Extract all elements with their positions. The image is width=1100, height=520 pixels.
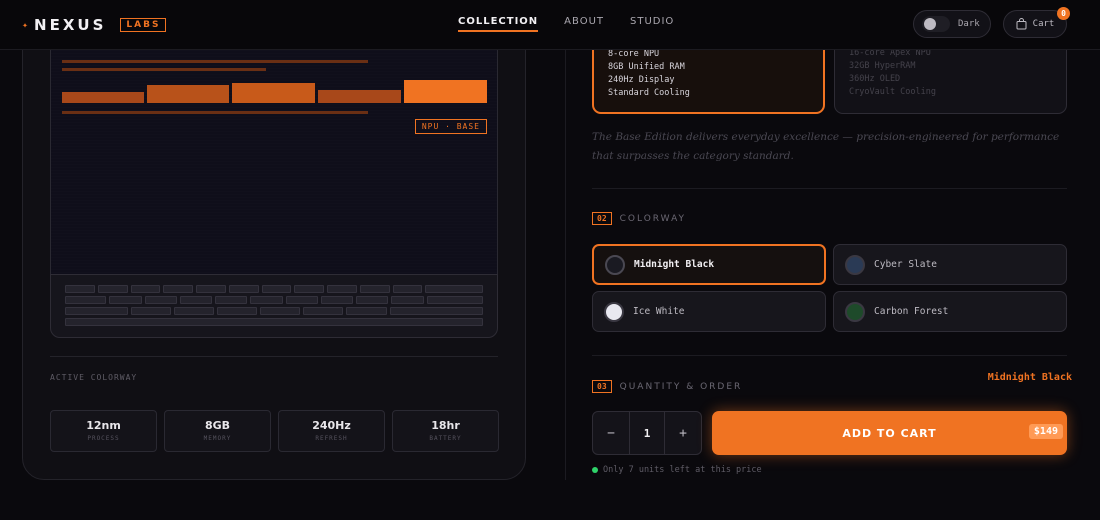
nav-about[interactable]: ABOUT	[564, 16, 604, 32]
color-dot	[845, 254, 865, 275]
cart-count-badge: 0	[1057, 7, 1070, 20]
order-heading: 03 QUANTITY & ORDER	[592, 380, 742, 393]
stock-indicator-icon	[592, 467, 598, 473]
colorway-heading: 02 COLORWAY	[592, 212, 686, 225]
spec-memory: 8GB MEMORY	[164, 410, 271, 452]
cart-label: Cart	[1032, 19, 1055, 29]
color-dot	[845, 301, 865, 322]
theme-toggle[interactable]: Dark	[913, 10, 991, 38]
star-icon: ✦	[22, 19, 29, 31]
brand-name: NEXUS	[34, 16, 107, 34]
colorway-ice-white[interactable]: Ice White	[592, 291, 826, 332]
add-to-cart-button[interactable]: ADD TO CART $149	[712, 411, 1067, 455]
divider	[50, 356, 498, 357]
color-dot	[604, 301, 624, 322]
device-screen: NPU · BASE	[50, 30, 498, 274]
screen-bars	[62, 80, 487, 103]
screen-line	[62, 68, 266, 71]
spec-row: 12nm PROCESS 8GB MEMORY 240Hz REFRESH 18hr B…	[50, 410, 499, 452]
screen-bar	[62, 92, 144, 103]
spec-process: 12nm PROCESS	[50, 410, 157, 452]
brand-logo[interactable]: ✦ NEXUS LABS	[22, 16, 167, 34]
quantity-stepper: − 1 +	[592, 411, 702, 455]
increment-button[interactable]: +	[665, 426, 701, 441]
colorway-carbon-forest[interactable]: Carbon Forest	[833, 291, 1067, 332]
divider	[592, 355, 1067, 356]
spec-battery: 18hr BATTERY	[392, 410, 499, 452]
colorway-midnight-black[interactable]: Midnight Black	[592, 244, 826, 285]
stock-note: Only 7 units left at this price	[592, 465, 762, 475]
main-nav: COLLECTION ABOUT STUDIO	[458, 16, 674, 32]
divider	[592, 188, 1067, 189]
colorway-cyber-slate[interactable]: Cyber Slate	[833, 244, 1067, 285]
screen-line	[62, 60, 368, 63]
screen-tag: NPU · BASE	[414, 119, 487, 134]
quantity-value[interactable]: 1	[629, 412, 665, 454]
cart-button[interactable]: Cart 0	[1003, 7, 1070, 38]
toggle-track	[922, 16, 950, 32]
screen-bar	[404, 80, 487, 103]
toggle-knob	[924, 18, 936, 30]
active-colorway-label: ACTIVE COLORWAY	[50, 373, 138, 382]
screen-bar	[147, 85, 229, 103]
color-dot	[605, 254, 625, 275]
nav-studio[interactable]: STUDIO	[630, 16, 674, 32]
add-to-cart-label: ADD TO CART	[842, 426, 937, 440]
decrement-button[interactable]: −	[593, 426, 629, 441]
edition-description: The Base Edition delivers everyday excel…	[592, 131, 1060, 162]
screen-bar	[318, 90, 401, 103]
screen-line	[62, 111, 368, 114]
active-colorway-value: Midnight Black	[987, 372, 1072, 383]
device-keyboard	[50, 274, 498, 338]
brand-badge: LABS	[120, 18, 167, 32]
spec-refresh: 240Hz REFRESH	[278, 410, 385, 452]
vertical-divider	[565, 50, 566, 480]
bag-icon	[1016, 18, 1027, 30]
price-badge: $149	[1028, 424, 1063, 439]
theme-label: Dark	[958, 19, 980, 29]
nav-collection[interactable]: COLLECTION	[458, 16, 539, 32]
screen-bar	[232, 83, 315, 103]
top-bar: ✦ NEXUS LABS COLLECTION ABOUT STUDIO Dar…	[0, 0, 1100, 50]
